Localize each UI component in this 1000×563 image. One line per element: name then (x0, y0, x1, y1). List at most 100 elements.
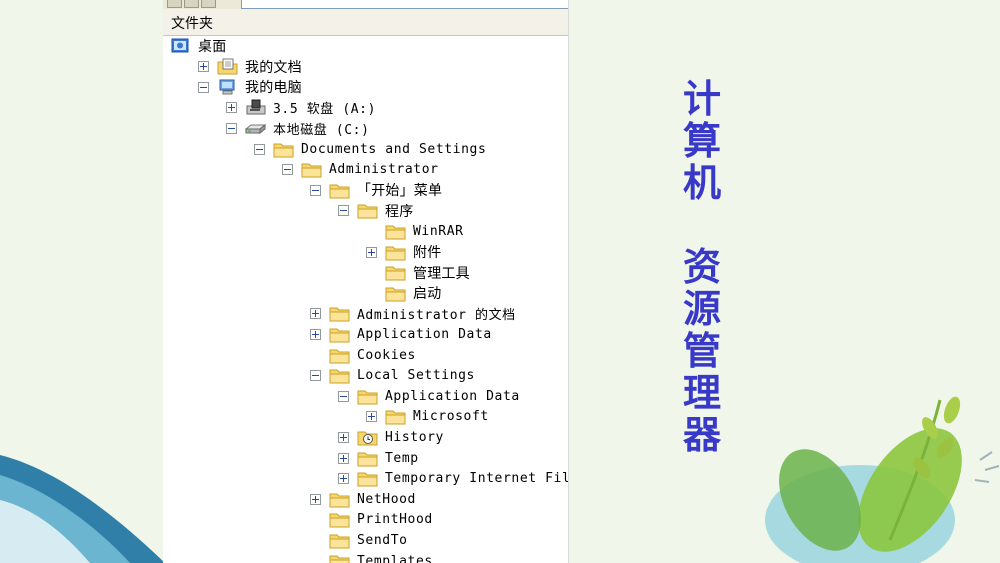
folder-icon (329, 491, 351, 508)
tree-item[interactable]: Application Data (338, 386, 520, 406)
leaf-green-2 (779, 449, 861, 551)
tree-item[interactable]: 附件 (366, 242, 441, 262)
my-computer-icon (217, 79, 239, 96)
expand-icon[interactable] (310, 493, 321, 505)
collapse-icon[interactable] (310, 370, 321, 382)
collapse-icon[interactable] (254, 143, 265, 155)
collapse-icon[interactable] (282, 164, 293, 176)
tree-item[interactable]: SendTo (310, 530, 408, 550)
folder-icon (329, 305, 351, 322)
tree-item[interactable]: 管理工具 (366, 263, 470, 283)
tree-item-label: 程序 (385, 203, 414, 220)
leaf-green (858, 428, 962, 552)
expand-icon[interactable] (338, 431, 349, 443)
tree-item-label: NetHood (357, 491, 416, 507)
tree-item-label: Documents and Settings (301, 141, 487, 157)
wave-left-light (0, 475, 130, 563)
address-bar[interactable] (241, 0, 568, 9)
tree-item[interactable]: 「开始」菜单 (310, 180, 442, 200)
tree-item-label: 管理工具 (413, 265, 470, 282)
folders-header-label: 文件夹 (171, 16, 213, 32)
history-folder-icon (357, 429, 379, 446)
tree-item-label: 附件 (413, 245, 442, 261)
tree-item-label: Cookies (357, 347, 416, 363)
tree-item[interactable]: PrintHood (310, 510, 433, 530)
tree-item[interactable]: Cookies (310, 345, 416, 365)
folder-icon (385, 264, 407, 281)
folder-icon (357, 450, 379, 467)
expand-icon[interactable] (310, 328, 321, 340)
title-part-2: 资源管理器 (682, 245, 721, 457)
title-part-1: 计算机 (682, 77, 721, 205)
desktop-icon (170, 38, 192, 55)
tree-item[interactable]: 本地磁盘 (C:) (226, 118, 370, 138)
tree-item-label: 本地磁盘 (C:) (273, 122, 370, 138)
wave-left-stripe (0, 500, 90, 563)
toolbar-button[interactable] (184, 0, 199, 8)
tree-item-label: Administrator 的文档 (357, 308, 516, 324)
tree-item-label: SendTo (357, 532, 408, 548)
folder-icon (329, 532, 351, 549)
tree-item[interactable]: 我的文档 (198, 57, 302, 77)
vine-stem (888, 399, 942, 541)
tree-item[interactable]: NetHood (310, 489, 416, 509)
folder-icon (357, 470, 379, 487)
tree-item[interactable]: Templates (310, 551, 433, 563)
floppy-drive-icon (245, 99, 267, 116)
tree-item[interactable]: Temp (338, 448, 419, 468)
tree-item[interactable]: History (338, 427, 444, 447)
tree-item[interactable]: Microsoft (366, 407, 489, 427)
tree-item[interactable]: Application Data (310, 324, 492, 344)
folder-icon (357, 202, 379, 219)
folder-icon (329, 511, 351, 528)
tree-item[interactable]: 程序 (338, 201, 413, 221)
tree-item-label: Administrator (329, 162, 439, 178)
slide-title: 计算机 资源管理器 (678, 78, 726, 456)
folder-icon (329, 326, 351, 343)
toolbar-button[interactable] (201, 0, 216, 8)
toolbar-button[interactable] (167, 0, 182, 8)
expand-icon[interactable] (366, 246, 377, 258)
tree-item-label: Application Data (385, 388, 520, 404)
expand-icon[interactable] (226, 102, 237, 114)
collapse-icon[interactable] (338, 205, 349, 217)
collapse-icon[interactable] (226, 122, 237, 134)
tree-item[interactable]: 启动 (366, 283, 441, 303)
tree-item[interactable]: Local Settings (310, 366, 475, 386)
tree-item-label: PrintHood (357, 512, 433, 528)
collapse-icon[interactable] (310, 184, 321, 196)
hard-drive-icon (244, 120, 267, 137)
tree-item-label: Temp (385, 450, 419, 466)
tree-item[interactable]: Administrator (282, 160, 439, 180)
my-documents-icon (217, 58, 239, 75)
tree-item[interactable]: WinRAR (366, 221, 464, 241)
tree-item[interactable]: 我的电脑 (198, 77, 302, 97)
expand-icon[interactable] (310, 308, 321, 320)
collapse-icon[interactable] (198, 81, 209, 93)
tree-item[interactable]: 3.5 软盘 (A:) (226, 98, 376, 118)
tree-item-label: Temporary Internet Files (385, 471, 569, 487)
folder-icon (329, 347, 351, 364)
tree-item-label: Templates (357, 553, 433, 563)
tree-item[interactable]: Documents and Settings (254, 139, 486, 159)
expand-icon[interactable] (338, 473, 349, 485)
wave-left-dark (0, 455, 165, 563)
tree-item[interactable]: Temporary Internet Files (338, 469, 569, 489)
tree-item[interactable]: Administrator 的文档 (310, 304, 516, 324)
expand-icon[interactable] (338, 452, 349, 464)
tree-item-label: WinRAR (413, 223, 464, 239)
tree-item-label: Local Settings (357, 368, 475, 384)
expand-icon[interactable] (198, 61, 209, 73)
collapse-icon[interactable] (338, 390, 349, 402)
expand-icon[interactable] (366, 411, 377, 423)
folders-pane: 文件夹 桌面 我的文档 我的电脑 3.5 软盘 (A:) 本地磁盘 (C:) Docume… (163, 0, 569, 563)
folder-icon (329, 367, 351, 384)
tree-item[interactable]: 桌面 (170, 36, 226, 56)
leaf-big-teal (765, 465, 955, 563)
